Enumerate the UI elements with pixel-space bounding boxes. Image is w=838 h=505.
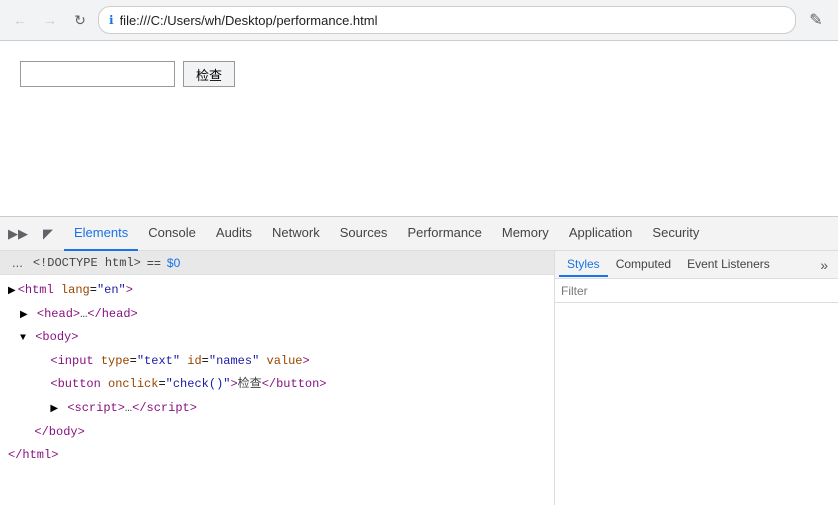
page-content: 检查 [0, 41, 838, 216]
tab-application[interactable]: Application [559, 217, 643, 251]
tab-elements[interactable]: Elements [64, 217, 138, 251]
address-bar: ℹ [98, 6, 796, 34]
page-form: 检查 [20, 61, 818, 87]
tab-memory[interactable]: Memory [492, 217, 559, 251]
names-input[interactable] [20, 61, 175, 87]
dom-header: ... <!DOCTYPE html> == $0 [0, 251, 554, 275]
style-tab-computed[interactable]: Computed [608, 253, 679, 277]
equals-sign: == [147, 256, 161, 270]
dollar-var: $0 [167, 256, 180, 270]
html-open-line[interactable]: ▶<html lang="en"> [0, 279, 554, 303]
filter-bar: Filter [555, 279, 838, 303]
tab-network[interactable]: Network [262, 217, 330, 251]
input-line[interactable]: <input type="text" id="names" value> [0, 350, 554, 374]
triangle-icon[interactable]: ▶ [50, 404, 58, 415]
filter-label: Filter [561, 284, 588, 298]
tab-security[interactable]: Security [642, 217, 709, 251]
forward-button[interactable]: → [38, 8, 62, 32]
browser-toolbar: ← → ↻ ℹ ✎ [0, 0, 838, 40]
inspect-element-button[interactable]: ▶▶ [4, 220, 32, 248]
back-button[interactable]: ← [8, 8, 32, 32]
triangle-icon[interactable]: ▶ [8, 286, 16, 297]
reload-button[interactable]: ↻ [68, 8, 92, 32]
triangle-icon[interactable]: ▶ [20, 310, 28, 321]
style-tab-event-listeners[interactable]: Event Listeners [679, 253, 778, 277]
html-close-line[interactable]: </html> [0, 444, 554, 468]
triangle-icon[interactable]: ▼ [20, 333, 26, 344]
filter-input[interactable] [594, 284, 832, 298]
devtools-panel: ▶▶ ◤ Elements Console Audits Network Sou… [0, 216, 838, 505]
secure-icon: ℹ [109, 13, 114, 27]
browser-chrome: ← → ↻ ℹ ✎ [0, 0, 838, 41]
doctype-node: <!DOCTYPE html> [33, 256, 141, 270]
profile-button[interactable]: ✎ [802, 6, 830, 34]
dom-panel: ... <!DOCTYPE html> == $0 ▶<html lang="e… [0, 251, 555, 505]
tab-audits[interactable]: Audits [206, 217, 262, 251]
context-menu-dots[interactable]: ... [8, 255, 27, 270]
more-tabs-button[interactable]: » [814, 257, 834, 273]
styles-tabbar: Styles Computed Event Listeners » [555, 251, 838, 279]
styles-content [555, 303, 838, 505]
devtools-body: ... <!DOCTYPE html> == $0 ▶<html lang="e… [0, 251, 838, 505]
body-open-line[interactable]: ▼ <body> [0, 326, 554, 350]
tab-performance[interactable]: Performance [397, 217, 491, 251]
check-button[interactable]: 检查 [183, 61, 235, 87]
button-line[interactable]: <button onclick="check()">检查</button> [0, 373, 554, 397]
styles-panel: Styles Computed Event Listeners » Filter [555, 251, 838, 505]
script-line[interactable]: ▶ <script>…</script> [0, 397, 554, 421]
dom-tree: ▶<html lang="en"> ▶ <head>…</head> ▼ <bo… [0, 275, 554, 472]
address-input[interactable] [120, 13, 785, 28]
body-close-line[interactable]: </body> [0, 421, 554, 445]
tab-sources[interactable]: Sources [330, 217, 398, 251]
style-tab-styles[interactable]: Styles [559, 253, 608, 277]
devtools-tabbar: ▶▶ ◤ Elements Console Audits Network Sou… [0, 217, 838, 251]
device-toolbar-button[interactable]: ◤ [34, 220, 62, 248]
tab-console[interactable]: Console [138, 217, 206, 251]
head-line[interactable]: ▶ <head>…</head> [0, 303, 554, 327]
